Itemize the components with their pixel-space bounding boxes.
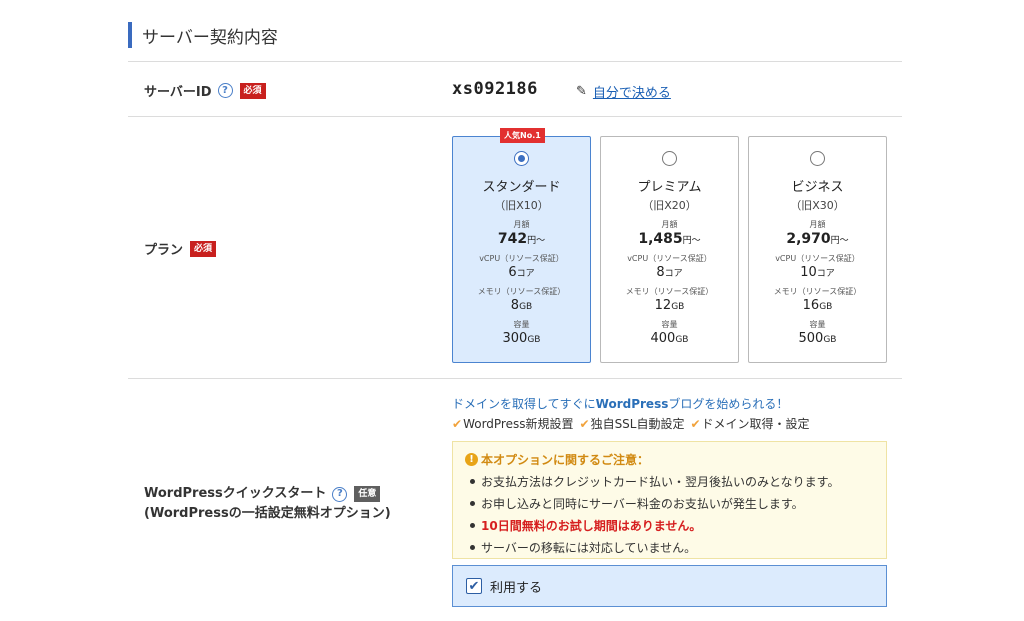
section-title-bar [128, 22, 132, 48]
capacity-label: 容量 [809, 320, 826, 329]
notice-item: サーバーの移転には対応していません。 [465, 539, 874, 556]
plan-label: プラン 必須 [144, 239, 217, 258]
use-option-label[interactable]: 利用する [490, 577, 542, 596]
capacity-label: 容量 [513, 320, 530, 329]
notice-item: お申し込みと同時にサーバー料金のお支払いが発生します。 [465, 495, 874, 512]
wordpress-quickstart-label: WordPressクイックスタート ? 任意 (WordPressの一括設定無料… [144, 484, 391, 524]
plan-label-text: プラン [144, 243, 184, 258]
choose-id-link-wrap[interactable]: ✎ 自分で決める [576, 82, 671, 101]
plan-capacity: 300GB [502, 331, 541, 346]
optional-badge: 任意 [354, 486, 381, 502]
popular-badge: 人気No.1 [500, 128, 545, 143]
plan-card-standard[interactable]: スタンダード （旧X10） 月額 742円〜 vCPU（リソース保証） 6コア … [452, 136, 591, 363]
choose-id-link[interactable]: 自分で決める [593, 82, 671, 101]
server-id-label: サーバーID ? 必須 [144, 81, 266, 100]
wordpress-feature-list: ✔WordPress新規設置 ✔独自SSL自動設定 ✔ドメイン取得・設定 [452, 415, 816, 432]
plan-capacity: 500GB [798, 331, 837, 346]
divider [128, 61, 902, 62]
memory-label: メモリ（リソース保証） [773, 287, 862, 296]
use-option-checkbox-row[interactable]: ✔ 利用する [452, 565, 887, 607]
memory-label: メモリ（リソース保証） [477, 287, 566, 296]
option-notice-box: ! 本オプションに関するご注意： お支払方法はクレジットカード払い・翌月後払いの… [452, 441, 887, 559]
warning-icon: ! [465, 453, 478, 466]
divider [128, 116, 902, 117]
notice-title: ! 本オプションに関するご注意： [465, 451, 874, 468]
plan-capacity: 400GB [650, 331, 689, 346]
plan-price: 742円〜 [497, 231, 546, 247]
pencil-icon: ✎ [576, 84, 587, 99]
required-badge: 必須 [190, 240, 217, 257]
price-label: 月額 [513, 220, 530, 229]
use-option-checkbox[interactable]: ✔ [466, 578, 482, 594]
section-title-text: サーバー契約内容 [142, 27, 278, 48]
price-label: 月額 [661, 220, 678, 229]
required-badge: 必須 [239, 82, 266, 99]
plan-old-name: （旧X30） [790, 199, 845, 212]
feature-item: ✔WordPress新規設置 [452, 417, 574, 431]
plan-radio-premium[interactable] [662, 151, 677, 166]
wordpress-lead-text: ドメインを取得してすぐにWordPressブログを始められる！ [452, 397, 789, 411]
plan-price: 1,485円〜 [638, 231, 701, 247]
check-icon: ✔ [579, 417, 590, 431]
plan-card-premium[interactable]: プレミアム （旧X20） 月額 1,485円〜 vCPU（リソース保証） 8コア… [600, 136, 739, 363]
plan-name: ビジネス [791, 180, 844, 195]
plan-memory: 12GB [654, 298, 685, 313]
server-id-value: xs092186 [452, 79, 538, 99]
help-icon[interactable]: ? [217, 83, 233, 98]
server-id-label-text: サーバーID [144, 85, 212, 100]
plan-vcpu: 8コア [656, 265, 683, 280]
notice-list: お支払方法はクレジットカード払い・翌月後払いのみとなります。 お申し込みと同時に… [465, 473, 874, 556]
plan-memory: 16GB [802, 298, 833, 313]
feature-item: ✔ドメイン取得・設定 [690, 417, 810, 431]
check-icon: ✔ [452, 417, 463, 431]
plan-vcpu: 10コア [800, 265, 835, 280]
plan-radio-standard[interactable] [514, 151, 529, 166]
plan-name: スタンダード [482, 180, 561, 195]
plan-old-name: （旧X20） [642, 199, 697, 212]
vcpu-label: vCPU（リソース保証） [627, 254, 712, 263]
feature-item: ✔独自SSL自動設定 [579, 417, 685, 431]
plan-vcpu: 6コア [508, 265, 535, 280]
price-label: 月額 [809, 220, 826, 229]
section-title: サーバー契約内容 [128, 22, 278, 48]
vcpu-label: vCPU（リソース保証） [479, 254, 564, 263]
plan-radio-business[interactable] [810, 151, 825, 166]
wordpress-label-line2: (WordPressの一括設定無料オプション) [144, 506, 391, 521]
help-icon[interactable]: ? [332, 486, 348, 502]
notice-item-warning: 10日間無料のお試し期間はありません。 [465, 517, 874, 534]
wordpress-label-line1: WordPressクイックスタート ? 任意 [144, 484, 391, 504]
plan-memory: 8GB [510, 298, 533, 313]
notice-title-text: 本オプションに関するご注意： [481, 453, 650, 467]
plan-old-name: （旧X10） [494, 199, 549, 212]
plan-card-business[interactable]: ビジネス （旧X30） 月額 2,970円〜 vCPU（リソース保証） 10コア… [748, 136, 887, 363]
check-icon: ✔ [690, 417, 701, 431]
notice-item: お支払方法はクレジットカード払い・翌月後払いのみとなります。 [465, 473, 874, 490]
vcpu-label: vCPU（リソース保証） [775, 254, 860, 263]
memory-label: メモリ（リソース保証） [625, 287, 714, 296]
plan-name: プレミアム [637, 180, 702, 195]
plan-price: 2,970円〜 [786, 231, 849, 247]
capacity-label: 容量 [661, 320, 678, 329]
wordpress-label-text: WordPressクイックスタート [144, 486, 327, 501]
divider [128, 378, 902, 379]
